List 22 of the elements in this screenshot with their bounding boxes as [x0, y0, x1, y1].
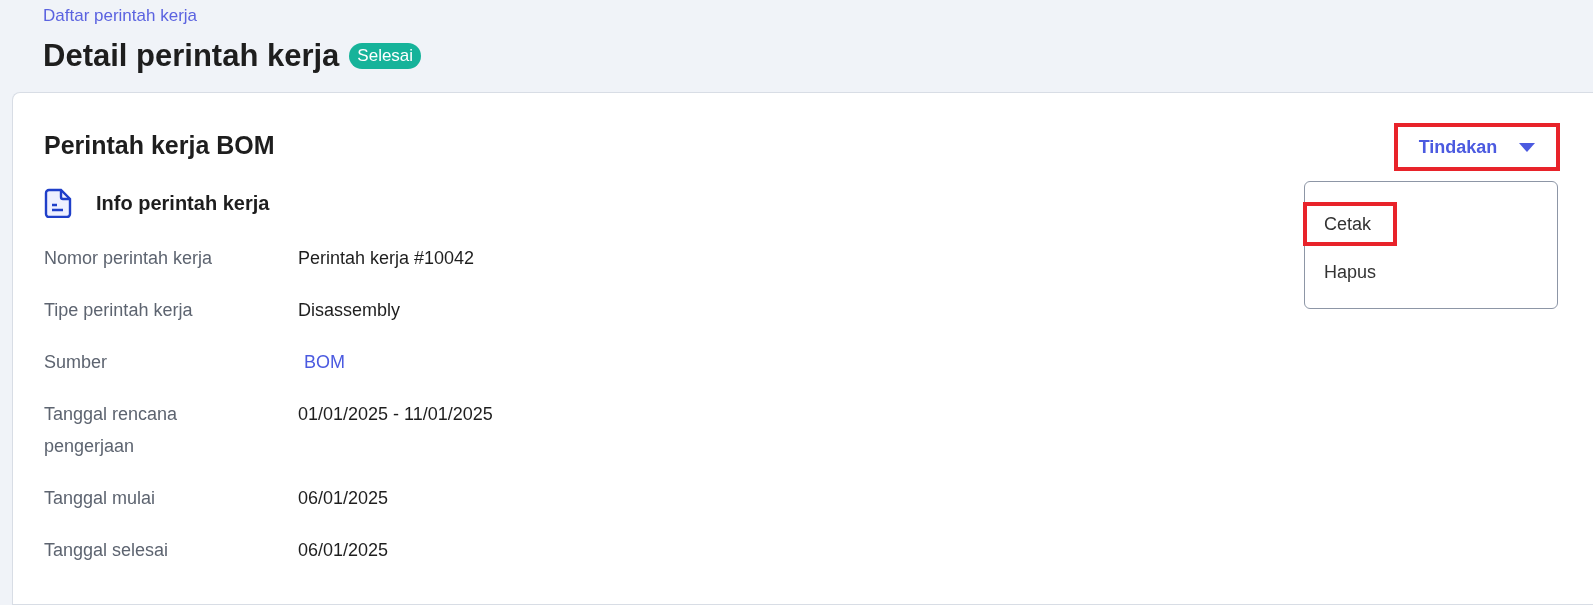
field-label: Sumber [44, 351, 109, 374]
card-title: Perintah kerja BOM [44, 131, 275, 160]
field-value: 06/01/2025 [298, 539, 389, 562]
field-value: Perintah kerja #10042 [298, 247, 475, 270]
field-label: Nomor perintah kerja [44, 247, 214, 270]
document-icon [44, 188, 72, 218]
field-value: 01/01/2025 - 11/01/2025 [298, 403, 493, 426]
field-label: Tanggal rencana pengerjaan [44, 403, 179, 458]
actions-button[interactable]: Tindakan [1394, 123, 1560, 171]
menu-item[interactable]: Hapus [1303, 250, 1403, 294]
caret-icon [1519, 142, 1536, 152]
breadcrumb-link[interactable]: Daftar perintah kerja [43, 6, 198, 26]
field-label: Tanggal mulai [44, 487, 157, 510]
source-link[interactable]: BOM [298, 336, 345, 388]
field-value: Disassembly [298, 299, 401, 322]
page-title: Detail perintah kerja [43, 38, 340, 74]
menu-item[interactable]: Cetak [1303, 202, 1398, 246]
field-label: Tanggal selesai [44, 539, 170, 562]
field-value: 06/01/2025 [298, 487, 389, 510]
section-title: Info perintah kerja [96, 191, 270, 215]
field-label: Tipe perintah kerja [44, 299, 194, 322]
status-badge: Selesai [349, 43, 422, 69]
